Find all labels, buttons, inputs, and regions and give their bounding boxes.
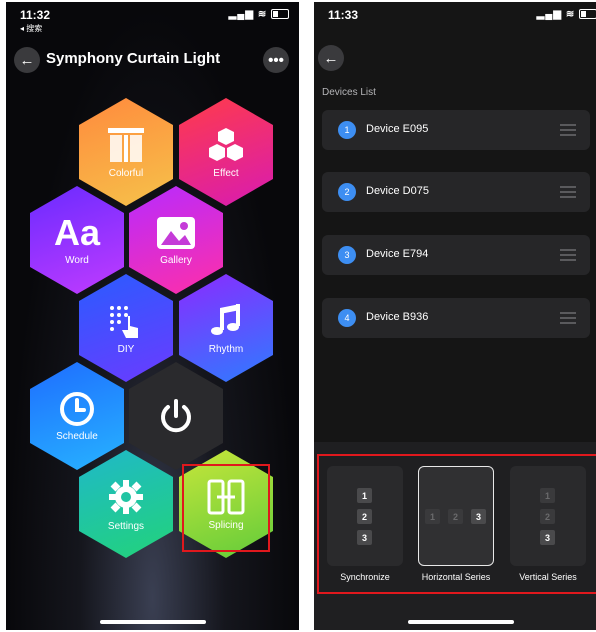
text-aa-icon: Aa (53, 211, 101, 253)
devices-list-title: Devices List (322, 87, 376, 98)
image-icon (157, 216, 195, 249)
page-title: Symphony Curtain Light (46, 50, 221, 67)
status-bar: 11:32 ◂ 搜索 ▂▄▆ ≋ (16, 8, 289, 33)
right-screen: 11:33 ▂▄▆ ≋ ← Devices List 1 Device E095… (314, 2, 596, 630)
gear-icon (109, 479, 143, 514)
status-icons: ▂▄▆ ≋ (229, 9, 289, 20)
tile-diy[interactable]: DIY (79, 274, 173, 382)
tile-word[interactable]: Aa Word (30, 186, 124, 294)
tile-colorful[interactable]: Colorful (79, 98, 173, 206)
home-indicator[interactable] (99, 620, 206, 624)
status-bar: 11:33 ▂▄▆ ≋ (324, 8, 596, 28)
drag-handle-icon[interactable] (560, 249, 576, 261)
highlight-box-splicing (182, 464, 270, 552)
device-number-badge: 1 (338, 121, 356, 139)
drag-handle-icon[interactable] (560, 312, 576, 324)
tile-label: Rhythm (208, 343, 244, 355)
more-options-icon[interactable]: ••• (263, 47, 289, 73)
device-name: Device E794 (366, 248, 429, 260)
touch-grid-icon (110, 305, 138, 338)
device-name: Device D075 (366, 185, 429, 197)
battery-icon (271, 9, 289, 20)
clock-icon (60, 391, 94, 426)
device-name: Device E095 (366, 123, 429, 135)
tile-label: Effect (213, 167, 239, 179)
device-number-badge: 4 (338, 309, 356, 327)
device-row[interactable]: 3 Device E794 (322, 235, 590, 275)
tile-label: Gallery (160, 254, 192, 266)
device-row[interactable]: 1 Device E095 (322, 110, 590, 150)
left-screen: 11:32 ◂ 搜索 ▂▄▆ ≋ ← Symphony Curtain Ligh… (6, 2, 299, 630)
device-number-badge: 3 (338, 246, 356, 264)
tile-label: Word (65, 254, 89, 266)
status-icons: ▂▄▆ ≋ (537, 9, 596, 20)
tile-label: Settings (107, 520, 145, 532)
drag-handle-icon[interactable] (560, 124, 576, 136)
tile-label: Colorful (108, 167, 144, 179)
drag-handle-icon[interactable] (560, 186, 576, 198)
curtain-icon (108, 127, 144, 162)
device-name: Device B936 (366, 311, 429, 323)
device-row[interactable]: 4 Device B936 (322, 298, 590, 338)
hexagons-icon (209, 127, 243, 161)
back-arrow-icon[interactable]: ← (318, 45, 344, 71)
tile-schedule[interactable]: Schedule (30, 362, 124, 470)
tile-settings[interactable]: Settings (79, 450, 173, 558)
battery-icon (579, 9, 596, 20)
tile-label: DIY (117, 343, 135, 355)
status-time: 11:33 (328, 8, 359, 22)
device-number-badge: 2 (338, 183, 356, 201)
tile-gallery[interactable]: Gallery (129, 186, 223, 294)
back-arrow-icon[interactable]: ← (14, 47, 40, 73)
status-back-app[interactable]: ◂ 搜索 (20, 23, 42, 34)
status-time: 11:32 (20, 8, 51, 22)
device-row[interactable]: 2 Device D075 (322, 172, 590, 212)
tile-label: Schedule (56, 430, 98, 442)
home-indicator[interactable] (407, 620, 514, 624)
music-note-icon (211, 303, 240, 335)
power-icon (161, 399, 191, 433)
tile-effect[interactable]: Effect (179, 98, 273, 206)
power-button[interactable] (129, 362, 223, 470)
tile-rhythm[interactable]: Rhythm (179, 274, 273, 382)
highlight-box-modes (317, 454, 596, 594)
